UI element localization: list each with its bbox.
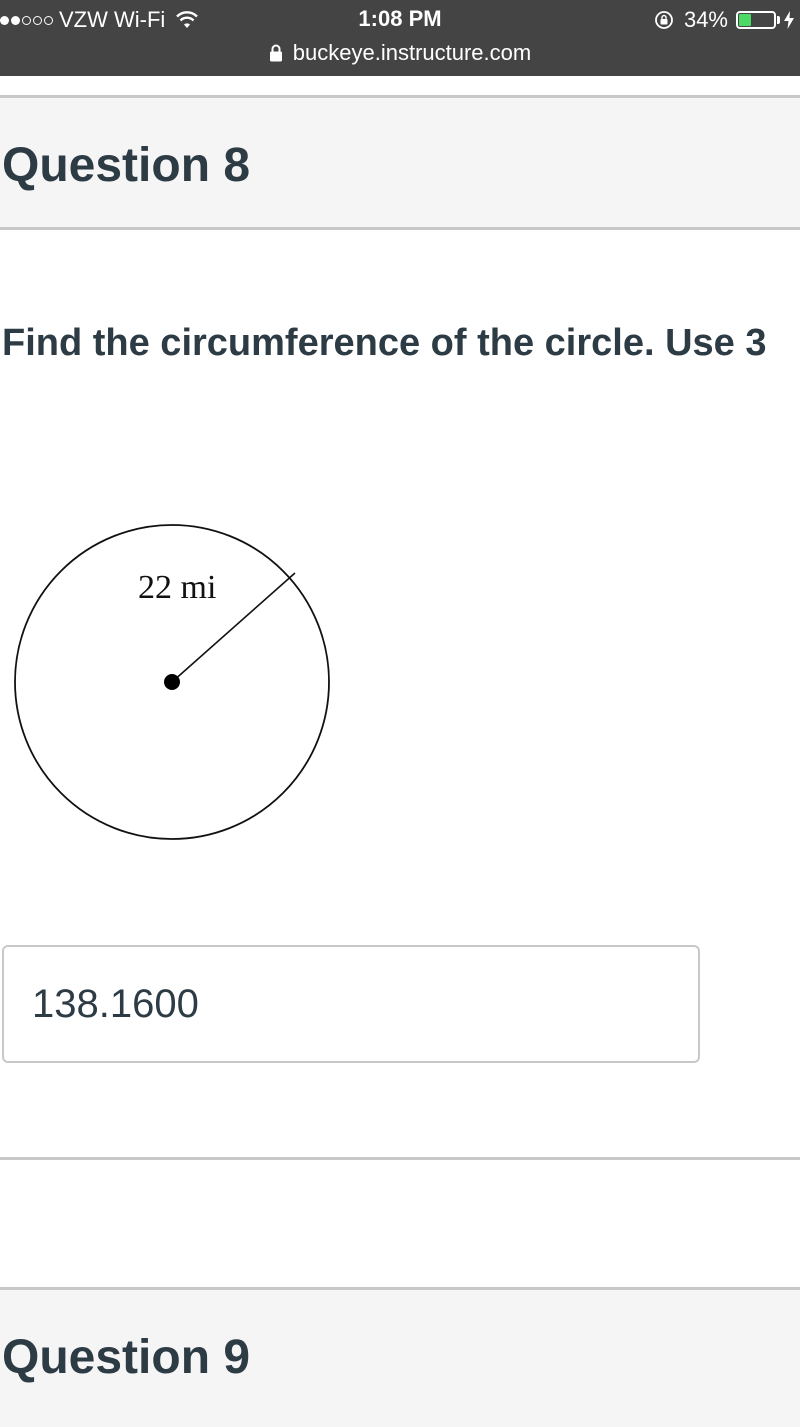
question-9-header: Question 9 xyxy=(0,1287,800,1427)
wifi-icon xyxy=(176,11,199,28)
status-left: VZW Wi-Fi xyxy=(0,6,199,34)
address-bar[interactable]: buckeye.instructure.com xyxy=(0,38,800,68)
answer-input[interactable] xyxy=(2,945,700,1063)
signal-dot xyxy=(22,15,31,25)
lock-icon xyxy=(269,44,282,62)
rotation-lock-icon xyxy=(655,11,673,29)
status-right: 34% xyxy=(654,6,794,34)
signal-strength-icon xyxy=(0,15,53,25)
url-text[interactable]: buckeye.instructure.com xyxy=(293,40,531,66)
center-point xyxy=(164,674,180,690)
battery-icon xyxy=(736,11,776,29)
question-8-title: Question 8 xyxy=(2,139,251,192)
battery-tip xyxy=(777,16,780,24)
signal-dot xyxy=(11,15,20,25)
section-divider xyxy=(0,1157,800,1160)
signal-dot xyxy=(44,15,53,25)
charging-bolt-icon xyxy=(784,11,794,29)
battery-percent: 34% xyxy=(683,7,728,32)
radius-label: 22 mi xyxy=(138,569,216,606)
question-8-header: Question 8 xyxy=(0,95,800,230)
signal-dot xyxy=(0,15,9,25)
question-9-title: Question 9 xyxy=(2,1331,251,1384)
question-prompt: Find the circumference of the circle. Us… xyxy=(2,322,767,364)
signal-dot xyxy=(33,15,42,25)
carrier-name: VZW Wi-Fi xyxy=(59,7,166,32)
circle-figure: 22 mi xyxy=(14,524,330,840)
battery-fill xyxy=(739,14,752,26)
status-bar: VZW Wi-Fi 1:08 PM 34% buckeye.instructur… xyxy=(0,0,800,76)
